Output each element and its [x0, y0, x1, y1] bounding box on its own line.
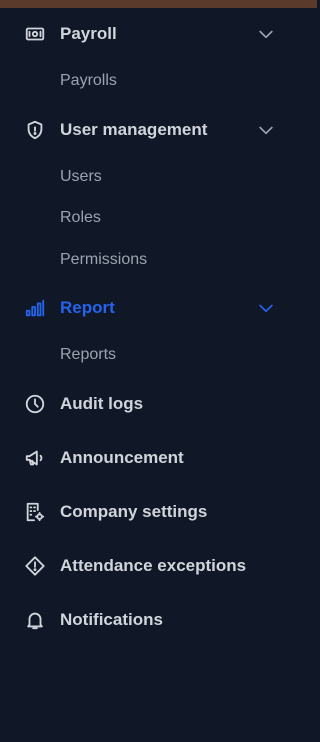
- bar-chart-icon: [24, 297, 46, 319]
- sidebar-item-user-management[interactable]: User management: [0, 110, 317, 150]
- sidebar-nav: Payroll Payrolls User management Users R…: [0, 0, 317, 742]
- banknote-icon: [24, 23, 46, 45]
- sidebar-subitem-payrolls[interactable]: Payrolls: [0, 64, 317, 98]
- sidebar-item-label: Notifications: [60, 610, 163, 629]
- sidebar-subitem-label: Roles: [60, 209, 101, 226]
- sidebar-item-notifications[interactable]: Notifications: [0, 600, 317, 640]
- building-settings-icon: [24, 501, 46, 523]
- megaphone-icon: [24, 447, 46, 469]
- sidebar-item-payroll[interactable]: Payroll: [0, 14, 317, 54]
- sidebar-item-announcement[interactable]: Announcement: [0, 438, 317, 478]
- sidebar-item-label: Company settings: [60, 502, 208, 521]
- sidebar-item-company-settings[interactable]: Company settings: [0, 492, 317, 532]
- sidebar-item-label: Announcement: [60, 448, 184, 467]
- sidebar-item-label: Report: [60, 298, 115, 317]
- sidebar-item-label: User management: [60, 120, 208, 139]
- sidebar-item-attendance-exceptions[interactable]: Attendance exceptions: [0, 546, 317, 586]
- alert-diamond-icon: [24, 555, 46, 577]
- clock-icon: [24, 393, 46, 415]
- sidebar-subitem-reports[interactable]: Reports: [0, 338, 317, 372]
- sidebar-item-report[interactable]: Report: [0, 288, 317, 328]
- sidebar-item-label: Payroll: [60, 24, 117, 43]
- sidebar-subitem-label: Reports: [60, 346, 117, 363]
- sidebar-item-label: Audit logs: [60, 394, 144, 413]
- sidebar-subitem-users[interactable]: Users: [0, 160, 317, 194]
- sidebar-subitem-label: Permissions: [60, 251, 148, 268]
- sidebar-item-audit-logs[interactable]: Audit logs: [0, 384, 317, 424]
- chevron-down-icon[interactable]: [256, 120, 276, 140]
- chevron-down-icon[interactable]: [256, 24, 276, 44]
- shield-icon: [24, 119, 46, 141]
- bell-icon: [24, 609, 46, 631]
- sidebar-subitem-roles[interactable]: Roles: [0, 201, 317, 235]
- sidebar-subitem-label: Users: [60, 168, 102, 185]
- chevron-down-icon[interactable]: [256, 298, 276, 318]
- sidebar-item-label: Attendance exceptions: [60, 556, 247, 575]
- sidebar-subitem-permissions[interactable]: Permissions: [0, 243, 317, 277]
- sidebar-subitem-label: Payrolls: [60, 72, 117, 89]
